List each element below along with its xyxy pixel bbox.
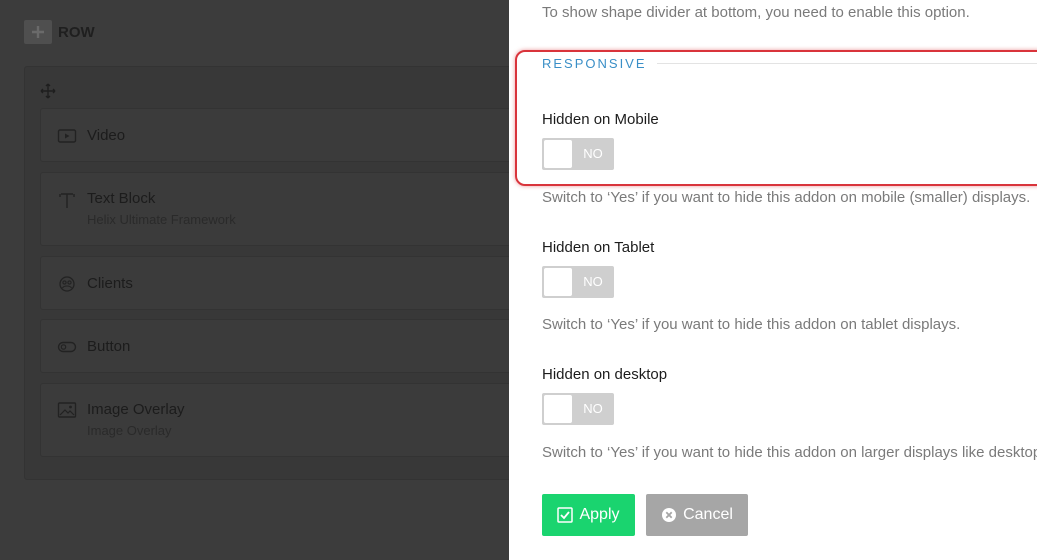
hidden-on-tablet-help: Switch to ‘Yes’ if you want to hide this… <box>542 316 961 333</box>
video-icon <box>57 129 77 143</box>
addon-title: Text Block <box>87 190 156 207</box>
addon-title: Video <box>87 127 126 144</box>
addon-title: Image Overlay <box>87 401 185 418</box>
clients-icon <box>59 276 75 292</box>
toggle-knob <box>544 268 572 296</box>
toggle-state: NO <box>583 274 603 289</box>
move-icon[interactable] <box>40 83 56 99</box>
addon-text-block[interactable]: Text Block Helix Ultimate Framework <box>40 172 524 246</box>
addon-title: Button <box>87 338 131 355</box>
hidden-on-tablet-label: Hidden on Tablet <box>542 239 655 256</box>
addon-image-overlay[interactable]: Image Overlay Image Overlay <box>40 383 524 457</box>
shape-divider-help: To show shape divider at bottom, you nee… <box>542 4 970 21</box>
hidden-on-desktop-toggle[interactable]: NO <box>542 393 614 425</box>
cancel-label: Cancel <box>683 506 733 523</box>
highlight-annotation <box>515 50 1037 186</box>
add-row-button[interactable] <box>24 20 52 44</box>
button-icon <box>57 341 77 353</box>
addon-subtitle: Helix Ultimate Framework <box>87 212 236 227</box>
addon-button[interactable]: Button <box>40 319 524 373</box>
image-overlay-icon <box>57 402 77 418</box>
close-circle-icon <box>662 508 677 522</box>
hidden-on-mobile-help: Switch to ‘Yes’ if you want to hide this… <box>542 189 1031 206</box>
page-builder-background: ROW Video Text Block Helix Ultimate Fram… <box>0 0 526 560</box>
hidden-on-desktop-label: Hidden on desktop <box>542 366 668 383</box>
row-header: ROW <box>24 20 95 44</box>
apply-label: Apply <box>579 506 620 523</box>
text-block-icon <box>59 193 75 208</box>
cancel-button[interactable]: Cancel <box>646 494 748 536</box>
toggle-state: NO <box>583 401 603 416</box>
toggle-knob <box>544 395 572 423</box>
addon-subtitle: Image Overlay <box>87 423 172 438</box>
addon-title: Clients <box>87 275 133 292</box>
hidden-on-desktop-help: Switch to ‘Yes’ if you want to hide this… <box>542 444 1037 461</box>
row-label: ROW <box>58 23 95 41</box>
addon-clients[interactable]: Clients <box>40 256 524 310</box>
addon-video[interactable]: Video <box>40 108 524 162</box>
plus-icon <box>32 26 44 38</box>
hidden-on-tablet-toggle[interactable]: NO <box>542 266 614 298</box>
apply-button[interactable]: Apply <box>542 494 635 536</box>
check-square-icon <box>557 507 574 523</box>
